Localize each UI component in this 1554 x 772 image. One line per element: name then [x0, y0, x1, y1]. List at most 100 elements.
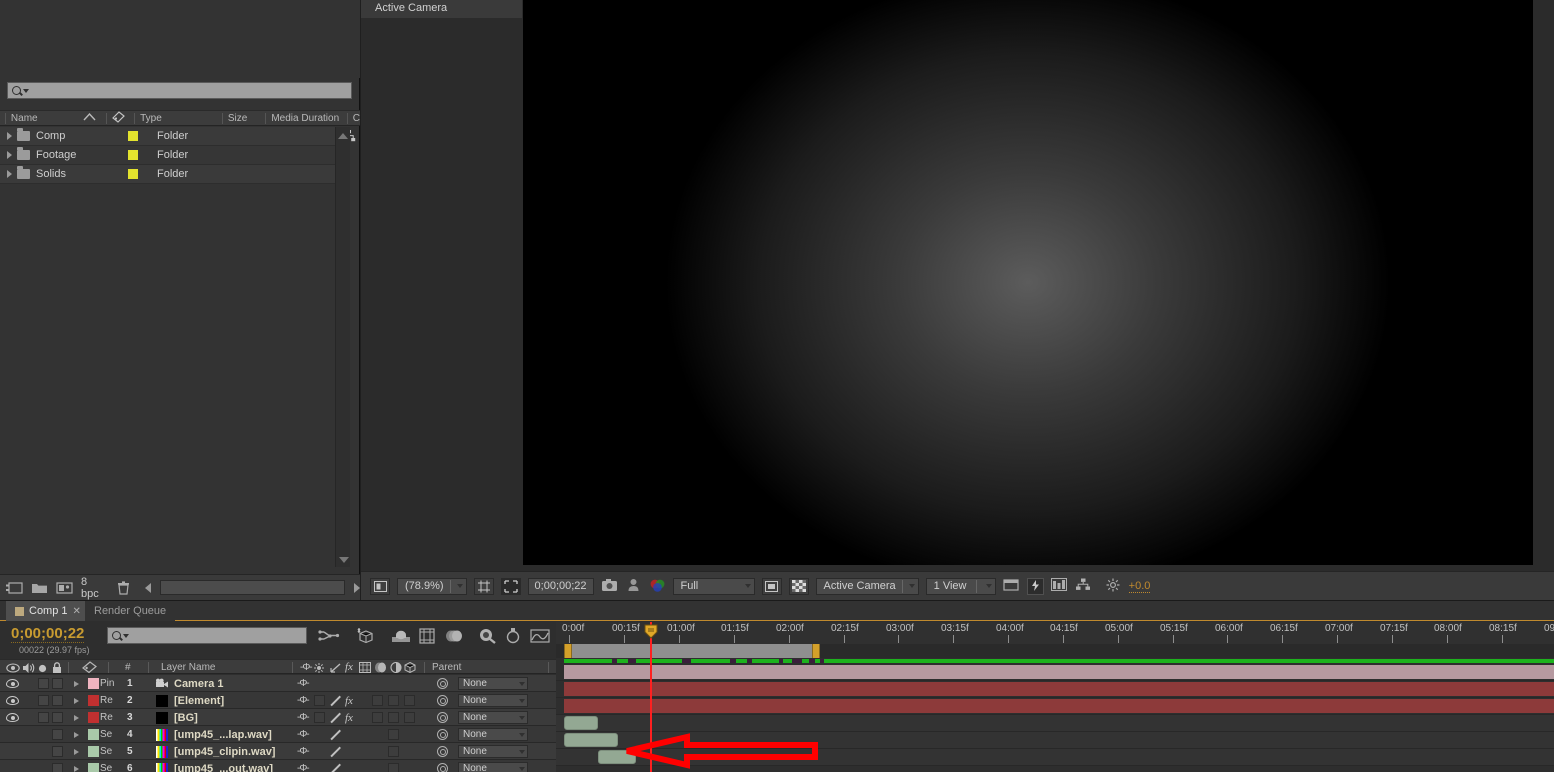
layer-disclosure-triangle[interactable]	[74, 760, 79, 772]
timeline-row[interactable]	[556, 698, 1554, 715]
graph-editor-icon[interactable]	[502, 627, 522, 647]
layer-video-toggle[interactable]	[6, 692, 19, 709]
layer-row[interactable]: Pin 1 Camera 1 -Φ- None	[0, 675, 556, 692]
motion-blur-toggle[interactable]	[388, 726, 399, 743]
region-of-interest-icon[interactable]	[501, 578, 521, 595]
parent-switch-icon[interactable]: -Φ-	[297, 726, 309, 743]
playhead-line[interactable]	[650, 622, 652, 772]
layer-clip-bar[interactable]	[564, 733, 618, 747]
layer-label-swatch[interactable]	[88, 743, 99, 760]
layer-label-swatch[interactable]	[88, 760, 99, 772]
layer-video-toggle[interactable]	[6, 675, 19, 692]
exposure-value[interactable]: +0.0	[1129, 580, 1151, 593]
disclosure-triangle-icon[interactable]	[7, 170, 12, 178]
label-color-icon[interactable]	[112, 111, 125, 126]
layer-name[interactable]: Camera 1	[174, 675, 224, 692]
layer-row[interactable]: Se 4 [ump45_...lap.wav] -Φ- None	[0, 726, 556, 743]
draft-3d-icon[interactable]	[355, 627, 375, 647]
bit-depth-label[interactable]: 8 bpc	[81, 576, 107, 600]
parent-pickwhip[interactable]	[437, 692, 448, 709]
parent-switch-icon[interactable]: -Φ-	[297, 743, 309, 760]
layer-row[interactable]: Se 5 [ump45_clipin.wav] -Φ- None	[0, 743, 556, 760]
fx-icon[interactable]: fx	[345, 661, 353, 673]
layer-lock-toggle[interactable]	[52, 709, 63, 726]
timeline-row[interactable]	[556, 715, 1554, 732]
layer-solo-toggle[interactable]	[38, 675, 49, 692]
work-area-end-handle[interactable]	[812, 644, 820, 658]
delete-icon[interactable]	[116, 581, 132, 595]
parent-dropdown[interactable]: None	[458, 709, 528, 726]
timeline-row[interactable]	[556, 664, 1554, 681]
collapse-toggle[interactable]	[330, 709, 341, 726]
magnification-dropdown[interactable]: (78.9%)	[397, 578, 467, 595]
parent-dropdown[interactable]: None	[458, 675, 528, 692]
frame-blend-toggle[interactable]	[372, 709, 383, 726]
take-snapshot-icon[interactable]	[601, 578, 618, 595]
show-snapshot-icon[interactable]	[625, 578, 642, 595]
layer-name[interactable]: [ump45_clipin.wav]	[174, 743, 275, 760]
column-header-index[interactable]: #	[125, 662, 131, 673]
comp-flowchart-icon[interactable]	[1075, 578, 1092, 595]
label-swatch[interactable]	[128, 150, 138, 160]
parent-pickwhip[interactable]	[437, 726, 448, 743]
layer-label-swatch[interactable]	[88, 675, 99, 692]
fx-toggle[interactable]: fx	[345, 692, 353, 709]
auto-keyframe-icon[interactable]	[529, 627, 549, 647]
motion-blur-icon[interactable]	[374, 662, 388, 676]
layer-label-swatch[interactable]	[88, 726, 99, 743]
tab-comp-1[interactable]: Comp 1 ✕	[6, 601, 90, 621]
layer-label-swatch[interactable]	[88, 692, 99, 709]
timeline-row[interactable]	[556, 749, 1554, 766]
adjustment-toggle[interactable]	[404, 692, 415, 709]
project-vertical-scrollbar[interactable]	[335, 127, 350, 567]
layer-lock-toggle[interactable]	[52, 692, 63, 709]
column-header-layer-name[interactable]: Layer Name	[161, 662, 215, 673]
layer-disclosure-triangle[interactable]	[74, 743, 79, 760]
disclosure-triangle-icon[interactable]	[7, 132, 12, 140]
column-header-type[interactable]: Type	[140, 113, 217, 124]
timeline-icon[interactable]	[1051, 578, 1068, 595]
fx-toggle[interactable]: fx	[345, 709, 353, 726]
shy-toggle[interactable]	[314, 709, 325, 726]
motion-blur-toggle[interactable]	[388, 692, 399, 709]
collapse-toggle[interactable]	[330, 743, 341, 760]
adjustment-layer-icon[interactable]	[390, 662, 402, 676]
project-row[interactable]: Footage Folder	[0, 146, 344, 165]
layer-name[interactable]: [BG]	[174, 709, 198, 726]
work-area-start-handle[interactable]	[564, 644, 572, 658]
layer-row[interactable]: Re 3 [BG] -Φ- fx None	[0, 709, 556, 726]
project-horizontal-scrollbar[interactable]	[160, 580, 345, 595]
hide-shy-layers-icon[interactable]	[390, 627, 410, 647]
collapse-toggle[interactable]	[330, 726, 341, 743]
enable-motion-blur-icon[interactable]	[443, 627, 463, 647]
layer-name[interactable]: [ump45_...lap.wav]	[174, 726, 272, 743]
layer-name[interactable]: [Element]	[174, 692, 224, 709]
brainstorm-icon[interactable]	[476, 627, 496, 647]
scroll-right-icon[interactable]	[354, 583, 360, 593]
layer-disclosure-triangle[interactable]	[74, 692, 79, 709]
layer-disclosure-triangle[interactable]	[74, 675, 79, 692]
layer-solo-toggle[interactable]	[38, 709, 49, 726]
view-layout-dropdown[interactable]: 1 View	[926, 578, 996, 595]
sort-ascending-icon[interactable]	[83, 113, 96, 124]
collapse-toggle[interactable]	[330, 760, 341, 772]
camera-view-dropdown[interactable]: Active Camera	[816, 578, 919, 595]
layer-disclosure-triangle[interactable]	[74, 709, 79, 726]
frame-blending-icon[interactable]	[359, 662, 371, 676]
parent-pickwhip[interactable]	[437, 760, 448, 772]
column-header-comment[interactable]: C	[353, 113, 360, 124]
layer-lock-toggle[interactable]	[52, 675, 63, 692]
work-area-band[interactable]	[556, 644, 1554, 658]
work-area[interactable]	[564, 644, 820, 658]
column-header-parent[interactable]: Parent	[432, 662, 461, 673]
layer-clip-bar[interactable]	[564, 716, 598, 730]
toggle-transparency-grid-icon[interactable]	[789, 578, 809, 595]
tab-render-queue[interactable]: Render Queue	[85, 601, 175, 621]
current-time-display[interactable]: 0;00;00;22	[11, 625, 84, 643]
layer-clip-bar[interactable]	[564, 699, 1554, 713]
always-preview-icon[interactable]	[370, 578, 390, 595]
exposure-icon[interactable]	[1105, 578, 1122, 595]
column-header-name[interactable]: Name	[11, 113, 83, 124]
parent-pickwhip[interactable]	[437, 709, 448, 726]
3d-layer-icon[interactable]	[404, 662, 416, 676]
